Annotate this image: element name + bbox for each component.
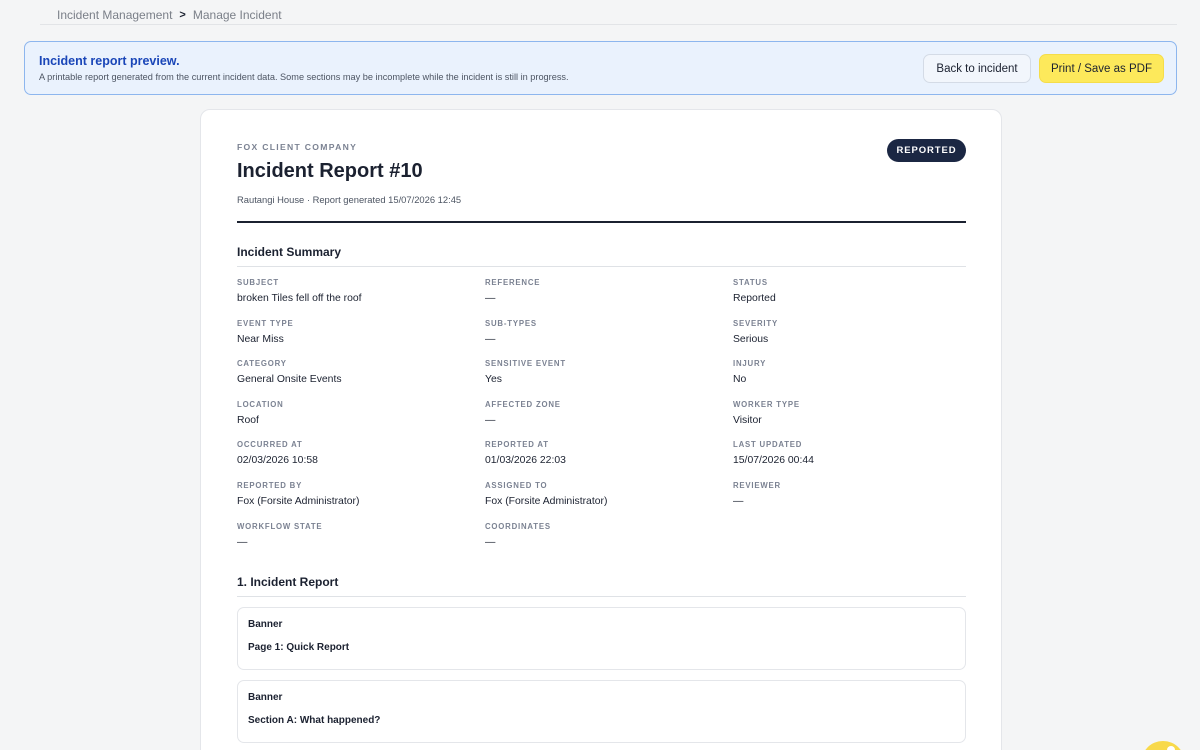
field-value: Fox (Forsite Administrator) [485, 496, 608, 507]
breadcrumb-current[interactable]: Manage Incident [193, 8, 282, 22]
field-worker-type: WORKER TYPE Visitor [733, 400, 973, 426]
field-value: Roof [237, 414, 259, 426]
field-label: COORDINATES [485, 521, 551, 531]
field-label: WORKER TYPE [733, 399, 800, 409]
report-card: Banner Page 1: Quick Report [237, 607, 966, 670]
field-label: SENSITIVE EVENT [485, 359, 566, 369]
field-sub-types: SUB-TYPES — [485, 319, 725, 345]
field-value: 15/07/2026 00:44 [733, 455, 814, 467]
field-reported-at: REPORTED AT 01/03/2026 22:03 [485, 440, 725, 466]
report-card: Banner Section A: What happened? [237, 680, 966, 743]
field-affected-zone: AFFECTED ZONE — [485, 400, 725, 426]
field-value: — [485, 293, 496, 304]
card-text: Page 1: Quick Report [248, 642, 350, 653]
field-label: SEVERITY [733, 318, 778, 328]
field-label: STATUS [733, 278, 768, 287]
field-value: — [237, 536, 248, 548]
company-name: FOX CLIENT COMPANY [237, 142, 358, 152]
print-save-pdf-button[interactable]: Print / Save as PDF [1039, 54, 1164, 83]
field-value: 01/03/2026 22:03 [485, 455, 566, 467]
help-chat-button[interactable] [1141, 741, 1185, 750]
field-assigned-to: ASSIGNED TO Fox (Forsite Administrator) [485, 481, 725, 507]
field-value: — [485, 536, 496, 548]
card-text: Section A: What happened? [248, 715, 381, 726]
field-sensitive-event: SENSITIVE EVENT Yes [485, 359, 725, 385]
field-reference: REFERENCE — [485, 278, 725, 304]
field-value: Near Miss [237, 333, 284, 345]
field-category: CATEGORY General Onsite Events [237, 359, 477, 385]
banner-title: Incident report preview. [39, 54, 180, 68]
field-label: LOCATION [237, 399, 284, 409]
field-value: — [485, 414, 496, 426]
field-occurred-at: OCCURRED AT 02/03/2026 10:58 [237, 440, 477, 466]
breadcrumb: Incident Management > Manage Incident [57, 8, 282, 22]
field-label: WORKFLOW STATE [237, 521, 323, 531]
report-title: Incident Report #10 [237, 160, 423, 182]
field-label: INJURY [733, 359, 767, 369]
field-label: REVIEWER [733, 481, 781, 490]
field-value: Yes [485, 374, 502, 386]
field-reported-by: REPORTED BY Fox (Forsite Administrator) [237, 481, 477, 507]
field-label: AFFECTED ZONE [485, 399, 561, 409]
field-value: Serious [733, 333, 769, 345]
field-label: CATEGORY [237, 359, 287, 369]
report-document: FOX CLIENT COMPANY Incident Report #10 R… [200, 109, 1002, 750]
field-value: broken Tiles fell off the roof [237, 293, 362, 304]
status-badge: REPORTED [887, 139, 966, 162]
field-subject: SUBJECT broken Tiles fell off the roof [237, 278, 477, 304]
field-label: REPORTED BY [237, 481, 303, 490]
notification-dot-icon [1167, 746, 1175, 750]
back-to-incident-button[interactable]: Back to incident [923, 54, 1031, 83]
field-label: LAST UPDATED [733, 440, 803, 450]
field-value: — [485, 333, 496, 345]
field-value: Reported [733, 293, 776, 304]
field-label: REFERENCE [485, 278, 541, 287]
card-label: Banner [248, 619, 283, 630]
field-event-type: EVENT TYPE Near Miss [237, 319, 477, 345]
field-last-updated: LAST UPDATED 15/07/2026 00:44 [733, 440, 973, 466]
field-label: ASSIGNED TO [485, 481, 548, 490]
field-value: — [733, 496, 744, 507]
preview-banner: Incident report preview. A printable rep… [24, 41, 1177, 95]
field-value: 02/03/2026 10:58 [237, 455, 318, 467]
field-label: OCCURRED AT [237, 440, 303, 450]
field-label: EVENT TYPE [237, 318, 294, 328]
field-label: REPORTED AT [485, 440, 549, 450]
banner-text: A printable report generated from the cu… [39, 72, 569, 82]
field-injury: INJURY No [733, 359, 973, 385]
section-1-divider [237, 596, 966, 597]
field-status: STATUS Reported [733, 278, 973, 304]
field-label: SUB-TYPES [485, 318, 537, 328]
field-workflow-state: WORKFLOW STATE — [237, 522, 477, 548]
header-divider [40, 24, 1177, 25]
field-value: Fox (Forsite Administrator) [237, 496, 360, 507]
header-rule [237, 221, 966, 223]
section-1-title: 1. Incident Report [237, 575, 339, 589]
field-coordinates: COORDINATES — [485, 522, 725, 548]
field-value: No [733, 374, 747, 386]
field-label: SUBJECT [237, 278, 279, 287]
breadcrumb-separator: > [179, 9, 186, 21]
breadcrumb-root[interactable]: Incident Management [57, 8, 172, 22]
summary-divider [237, 266, 966, 267]
field-severity: SEVERITY Serious [733, 319, 973, 345]
field-location: LOCATION Roof [237, 400, 477, 426]
field-reviewer: REVIEWER — [733, 481, 973, 507]
field-value: General Onsite Events [237, 374, 342, 386]
card-label: Banner [248, 692, 283, 703]
summary-section-title: Incident Summary [237, 245, 342, 259]
report-subtitle: Rautangi House · Report generated 15/07/… [237, 194, 462, 205]
field-value: Visitor [733, 414, 762, 426]
